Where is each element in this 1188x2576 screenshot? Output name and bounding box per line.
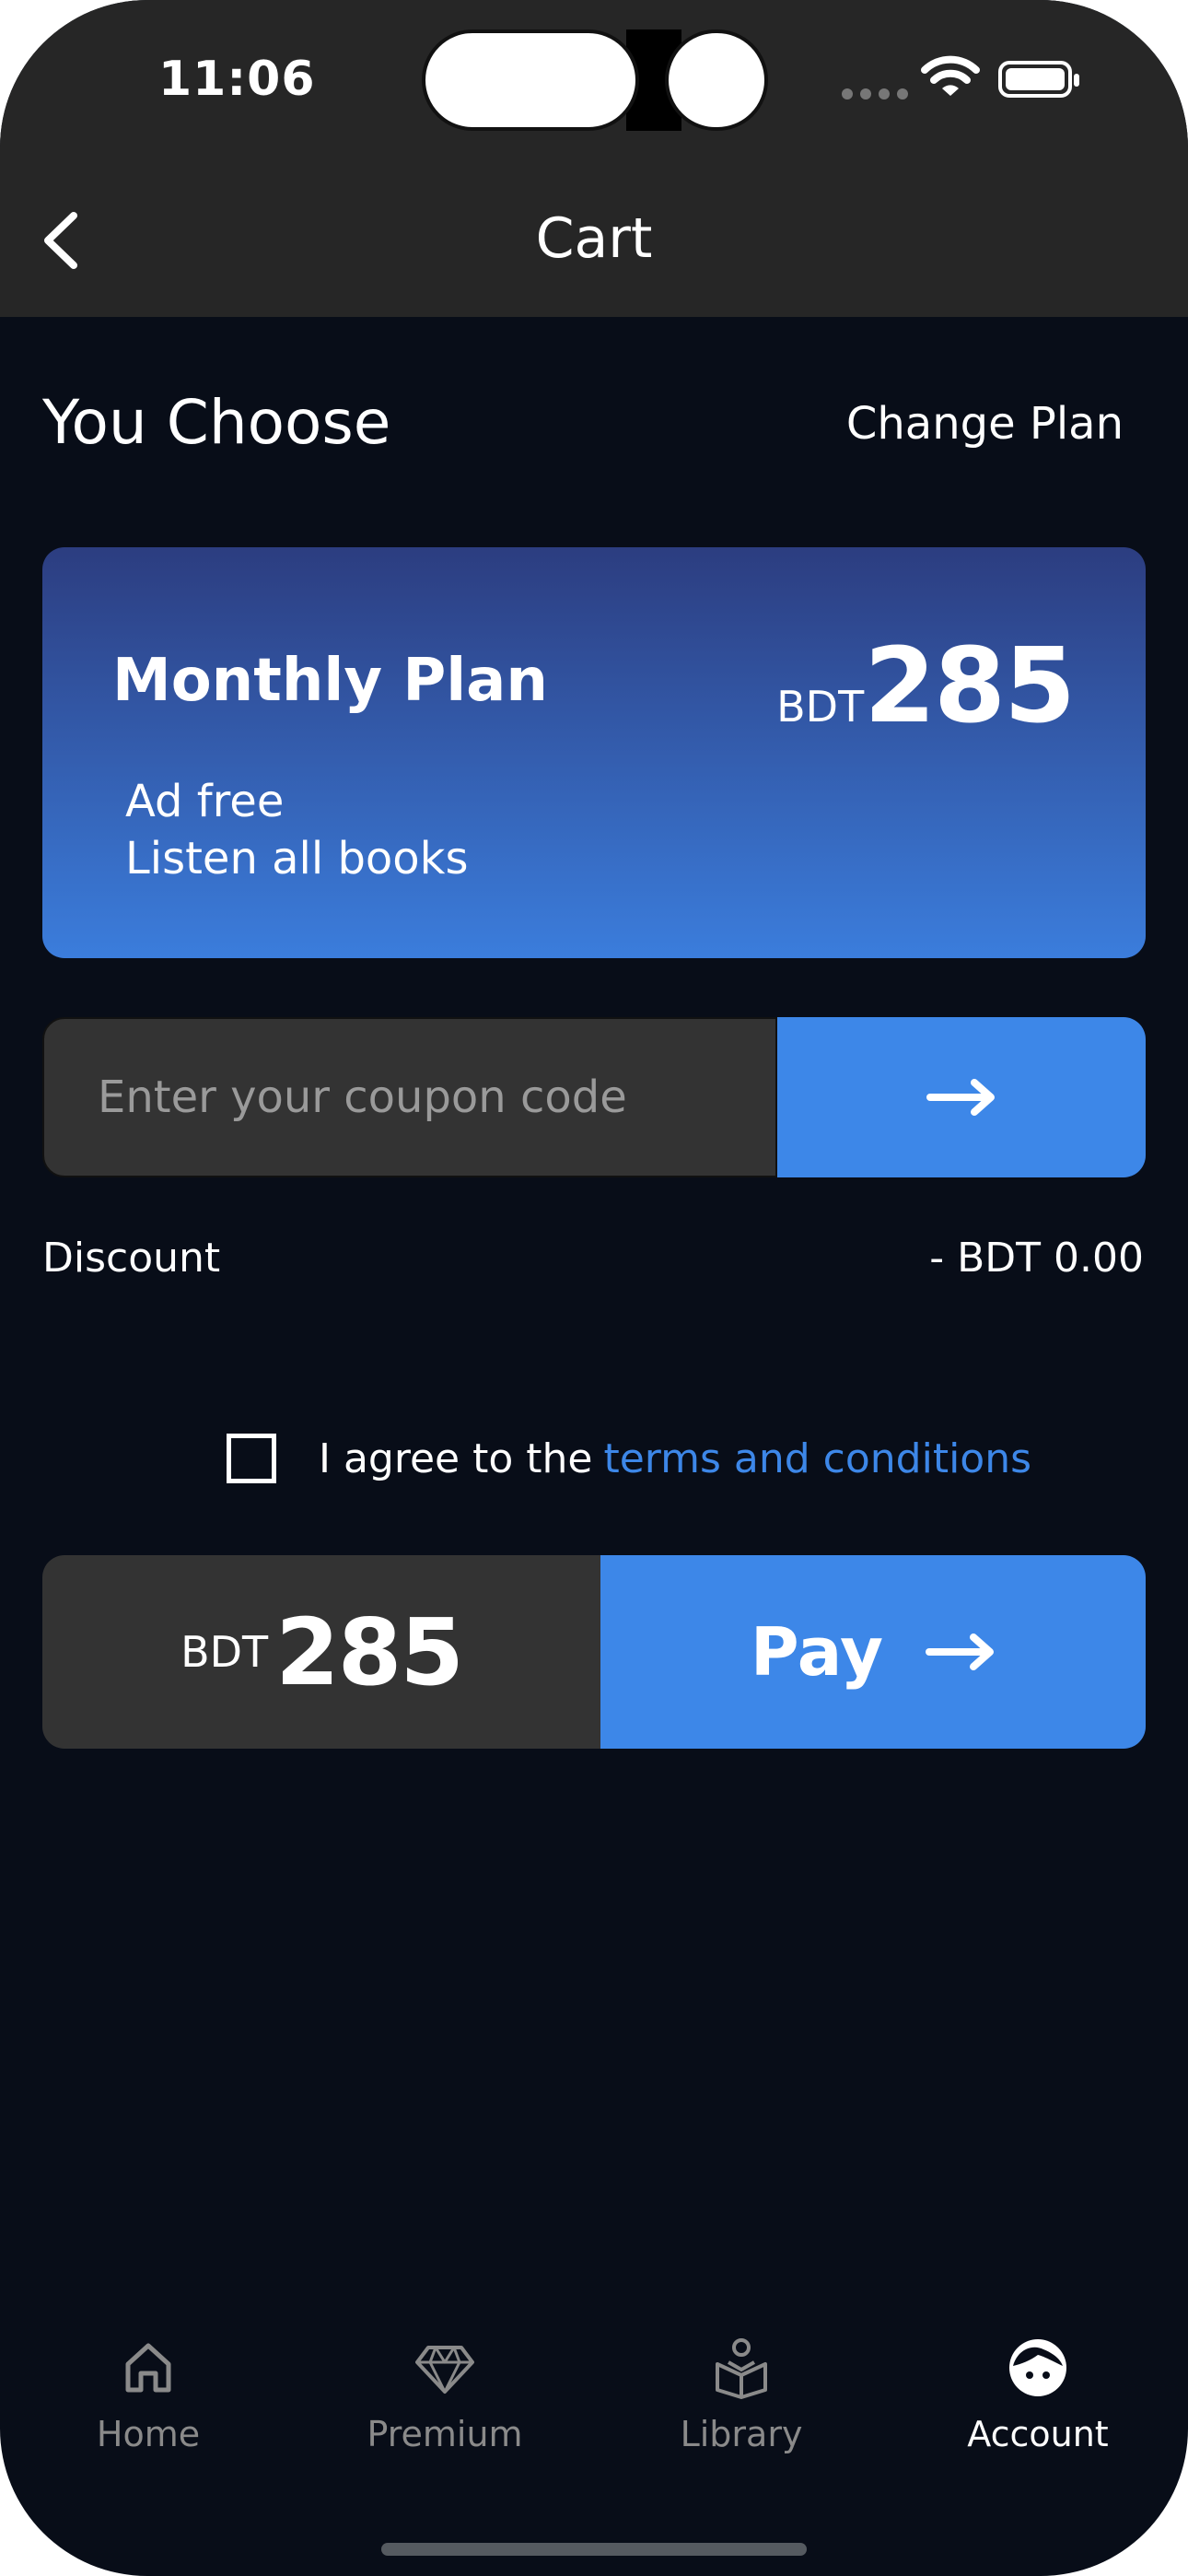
tab-premium[interactable]: Premium — [297, 2322, 593, 2506]
tab-library[interactable]: Library — [593, 2322, 890, 2506]
pay-button[interactable]: Pay — [600, 1555, 1146, 1749]
dynamic-island-camera — [665, 29, 768, 131]
diamond-icon — [415, 2346, 474, 2394]
account-face-icon — [1009, 2339, 1066, 2396]
terms-row: I agree to the terms and conditions — [227, 1434, 1031, 1483]
total-value: 285 — [275, 1598, 464, 1706]
plan-currency: BDT — [776, 682, 865, 732]
arrow-right-icon — [926, 1633, 995, 1670]
discount-value: - BDT 0.00 — [929, 1235, 1144, 1282]
arrow-right-icon — [926, 1079, 995, 1116]
pay-label: Pay — [750, 1613, 884, 1691]
page-title: Cart — [535, 206, 653, 271]
change-plan-link[interactable]: Change Plan — [846, 398, 1124, 450]
tab-home[interactable]: Home — [0, 2322, 297, 2506]
signal-dots-icon — [842, 88, 908, 100]
tab-label: Premium — [367, 2414, 523, 2454]
terms-link[interactable]: terms and conditions — [603, 1435, 1031, 1482]
status-time: 11:06 — [158, 52, 316, 107]
plan-card: Monthly Plan BDT285 Ad free Listen all b… — [42, 547, 1146, 958]
top-bar: 11:06 Cart — [0, 0, 1188, 317]
plan-name: Monthly Plan — [112, 647, 548, 715]
home-indicator[interactable] — [381, 2543, 807, 2556]
terms-checkbox[interactable] — [227, 1434, 276, 1483]
dynamic-island — [422, 29, 639, 131]
battery-icon — [998, 61, 1079, 98]
plan-feature: Listen all books — [125, 833, 469, 884]
wifi-icon — [921, 55, 980, 96]
home-icon — [125, 2343, 171, 2393]
library-icon — [716, 2338, 767, 2399]
plan-amount: 285 — [864, 626, 1076, 746]
phone-screen: 11:06 Cart You Choose Change Plan Monthl… — [0, 0, 1188, 2576]
total-currency: BDT — [181, 1627, 269, 1677]
tab-account[interactable]: Account — [890, 2322, 1186, 2506]
bottom-tab-bar: Home Premium Library Account — [0, 2322, 1188, 2506]
plan-price: BDT285 — [776, 626, 1076, 746]
section-heading: You Choose — [42, 387, 391, 458]
discount-label: Discount — [42, 1235, 221, 1282]
plan-feature: Ad free — [125, 776, 285, 827]
terms-text: I agree to the — [319, 1434, 593, 1482]
tab-label: Account — [967, 2414, 1109, 2454]
coupon-input[interactable] — [42, 1017, 777, 1177]
tab-label: Home — [96, 2414, 201, 2454]
apply-coupon-button[interactable] — [777, 1017, 1146, 1177]
tab-label: Library — [680, 2414, 803, 2454]
total-amount: BDT 285 — [42, 1555, 600, 1749]
